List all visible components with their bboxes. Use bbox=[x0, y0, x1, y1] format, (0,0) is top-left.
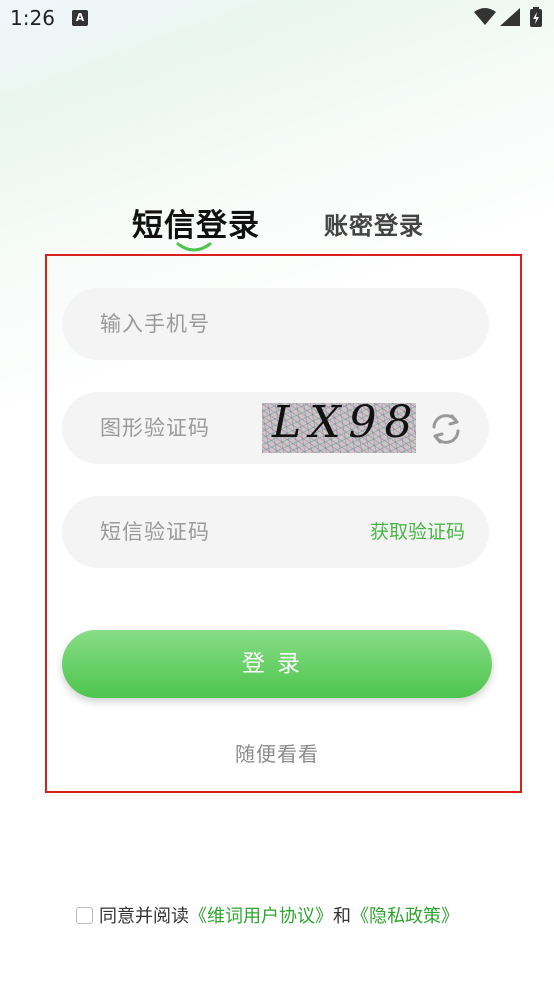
agreement-row: 同意并阅读 《维词用户协议》 和 《隐私政策》 bbox=[76, 902, 459, 928]
phone-input[interactable]: 输入手机号 bbox=[62, 288, 489, 360]
browse-as-guest-link[interactable]: 随便看看 bbox=[0, 738, 554, 767]
agreement-prefix: 同意并阅读 bbox=[99, 906, 189, 927]
status-time: 1:26 bbox=[10, 6, 55, 30]
sms-code-placeholder: 短信验证码 bbox=[100, 520, 210, 544]
agreement-checkbox[interactable] bbox=[76, 906, 93, 924]
agreement-and: 和 bbox=[333, 906, 351, 927]
captcha-image[interactable]: LX98 bbox=[262, 403, 416, 453]
privacy-policy-link[interactable]: 《隐私政策》 bbox=[351, 902, 459, 928]
tab-password-login[interactable]: 账密登录 bbox=[324, 206, 424, 241]
refresh-icon[interactable] bbox=[428, 412, 464, 446]
phone-placeholder: 输入手机号 bbox=[100, 312, 210, 336]
signal-icon bbox=[500, 8, 520, 26]
captcha-input[interactable]: 图形验证码 LX98 bbox=[62, 392, 489, 464]
notification-icon: A bbox=[72, 10, 88, 26]
wifi-icon bbox=[474, 8, 496, 25]
battery-icon bbox=[530, 7, 542, 27]
tab-sms-login[interactable]: 短信登录 bbox=[132, 200, 260, 245]
get-code-button[interactable]: 获取验证码 bbox=[370, 496, 465, 568]
captcha-text: LX98 bbox=[272, 403, 416, 448]
sms-code-input[interactable]: 短信验证码 获取验证码 bbox=[62, 496, 489, 568]
login-button[interactable]: 登录 bbox=[62, 630, 492, 698]
user-agreement-link[interactable]: 《维词用户协议》 bbox=[189, 902, 333, 928]
captcha-placeholder: 图形验证码 bbox=[100, 416, 210, 440]
